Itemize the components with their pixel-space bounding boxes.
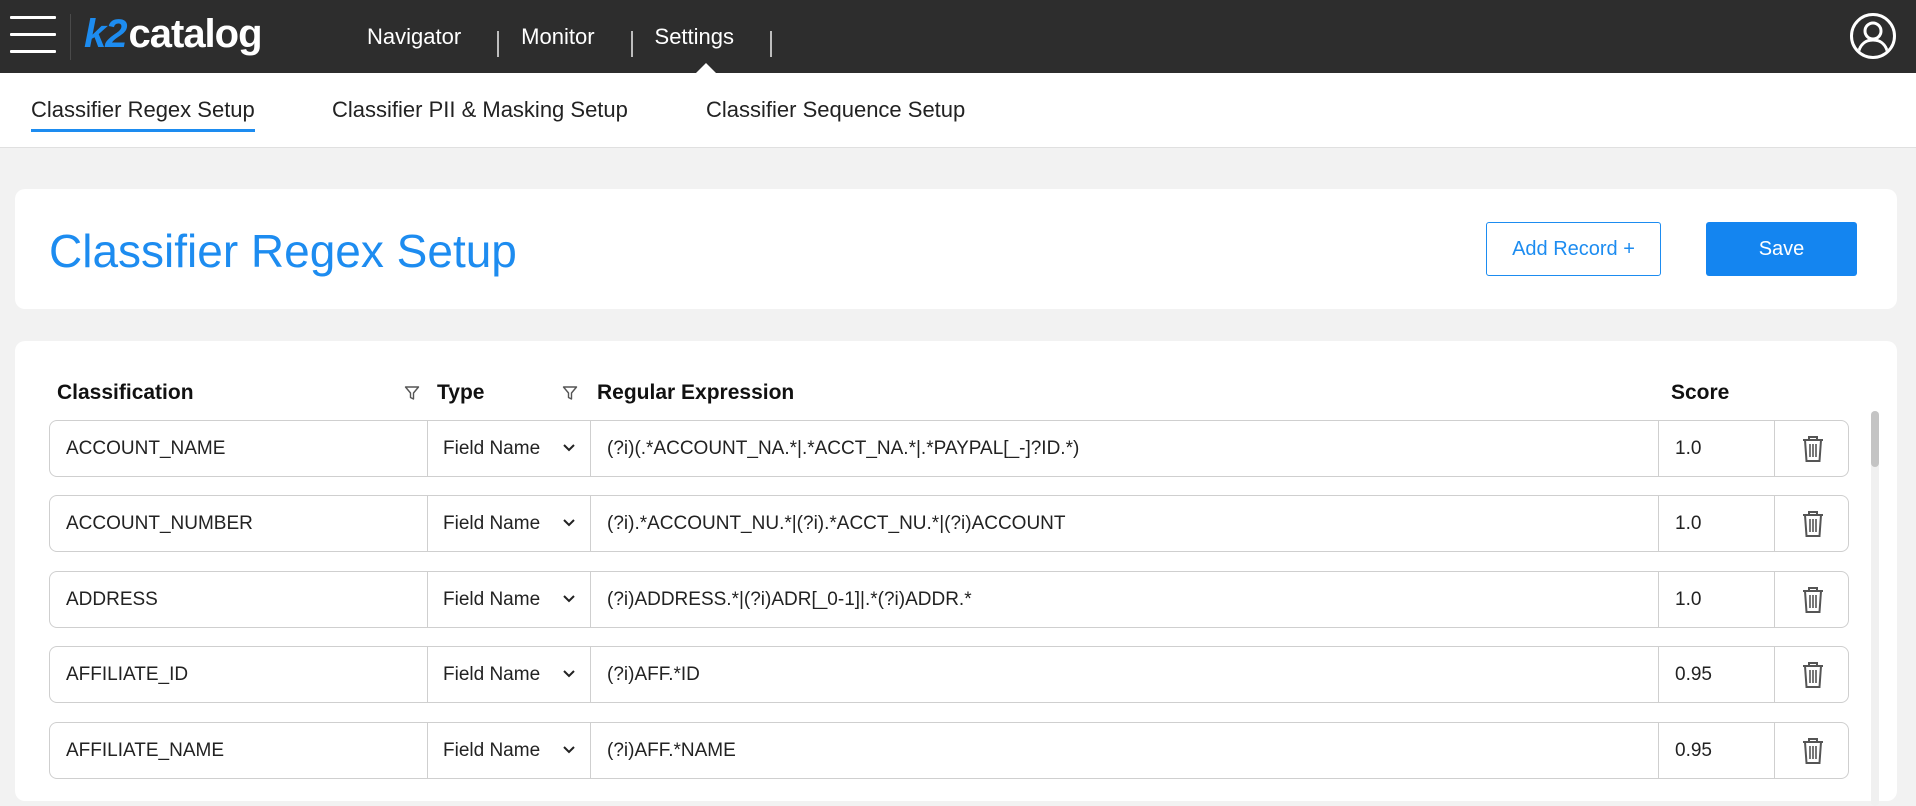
nav-item-monitor[interactable]: Monitor <box>499 0 633 73</box>
table-row: AFFILIATE_NAME Field Name (?i)AFF.*NAME … <box>49 722 1849 779</box>
nav-label-settings: Settings <box>654 23 735 49</box>
column-header-type: Type <box>437 381 485 404</box>
classification-cell[interactable]: ADDRESS <box>50 572 428 627</box>
type-value: Field Name <box>443 739 541 761</box>
column-header-classification: Classification <box>57 381 194 404</box>
delete-row-button[interactable] <box>1775 723 1850 778</box>
trash-icon <box>1802 586 1823 613</box>
nav-item-navigator[interactable]: Navigator <box>345 0 500 73</box>
type-select[interactable]: Field Name <box>428 421 591 476</box>
table-row: AFFILIATE_ID Field Name (?i)AFF.*ID 0.95 <box>49 646 1849 703</box>
page-header-card: Classifier Regex Setup Add Record + Save <box>15 189 1897 309</box>
classification-cell[interactable]: ACCOUNT_NUMBER <box>50 496 428 551</box>
delete-row-button[interactable] <box>1775 496 1850 551</box>
subtab-classifier-pii-masking-setup[interactable]: Classifier PII & Masking Setup <box>332 97 628 129</box>
page-title: Classifier Regex Setup <box>49 225 517 277</box>
active-nav-caret-icon <box>696 63 717 73</box>
trash-icon <box>1802 510 1823 537</box>
delete-row-button[interactable] <box>1775 421 1850 476</box>
delete-row-button[interactable] <box>1775 572 1850 627</box>
chevron-down-icon <box>563 519 575 527</box>
chevron-down-icon <box>563 746 575 754</box>
column-header-score: Score <box>1671 381 1730 404</box>
score-cell[interactable]: 1.0 <box>1659 572 1775 627</box>
regex-cell[interactable]: (?i)(.*ACCOUNT_NA.*|.*ACCT_NA.*|.*PAYPAL… <box>591 421 1659 476</box>
nav-label-monitor: Monitor <box>521 23 595 49</box>
delete-row-button[interactable] <box>1775 647 1850 702</box>
column-header-regular-expression: Regular Expression <box>597 381 795 404</box>
nav-item-settings[interactable]: Settings <box>633 0 773 73</box>
type-filter-icon[interactable] <box>562 385 578 401</box>
type-value: Field Name <box>443 588 541 610</box>
regex-cell[interactable]: (?i)ADDRESS.*|(?i)ADR[_0-1]|.*(?i)ADDR.* <box>591 572 1659 627</box>
regex-cell[interactable]: (?i)AFF.*ID <box>591 647 1659 702</box>
chevron-down-icon <box>563 595 575 603</box>
add-record-button[interactable]: Add Record + <box>1486 222 1661 276</box>
regex-cell[interactable]: (?i).*ACCOUNT_NU.*|(?i).*ACCT_NU.*|(?i)A… <box>591 496 1659 551</box>
top-bar: k2 catalog Navigator Monitor Settings <box>0 0 1916 73</box>
type-select[interactable]: Field Name <box>428 496 591 551</box>
chevron-down-icon <box>563 444 575 452</box>
app-logo[interactable]: k2 catalog <box>84 12 263 62</box>
save-button[interactable]: Save <box>1706 222 1857 276</box>
type-value: Field Name <box>443 663 541 685</box>
regex-cell[interactable]: (?i)AFF.*NAME <box>591 723 1659 778</box>
table-row: ADDRESS Field Name (?i)ADDRESS.*|(?i)ADR… <box>49 571 1849 628</box>
nav-label-navigator: Navigator <box>367 23 462 49</box>
hamburger-menu-icon[interactable] <box>10 16 56 54</box>
logo-k2: k2 <box>84 12 127 56</box>
classification-cell[interactable]: AFFILIATE_ID <box>50 647 428 702</box>
regex-table-card: Classification Type Regular Expression S… <box>15 341 1897 806</box>
user-profile-icon[interactable] <box>1850 13 1896 59</box>
classification-cell[interactable]: AFFILIATE_NAME <box>50 723 428 778</box>
chevron-down-icon <box>563 670 575 678</box>
type-select[interactable]: Field Name <box>428 572 591 627</box>
subtab-classifier-regex-setup[interactable]: Classifier Regex Setup <box>31 97 255 132</box>
logo-divider <box>70 14 71 60</box>
scrollbar-thumb[interactable] <box>1871 411 1879 467</box>
trash-icon <box>1802 435 1823 462</box>
type-select[interactable]: Field Name <box>428 723 591 778</box>
score-cell[interactable]: 0.95 <box>1659 647 1775 702</box>
table-row: ACCOUNT_NAME Field Name (?i)(.*ACCOUNT_N… <box>49 420 1849 477</box>
settings-subtabs: Classifier Regex Setup Classifier PII & … <box>0 73 1916 148</box>
main-nav: Navigator Monitor Settings <box>345 0 773 73</box>
nav-separator <box>770 31 773 57</box>
type-value: Field Name <box>443 437 541 459</box>
table-scrollbar[interactable] <box>1871 411 1879 806</box>
score-cell[interactable]: 1.0 <box>1659 421 1775 476</box>
type-value: Field Name <box>443 512 541 534</box>
logo-catalog: catalog <box>128 12 263 56</box>
table-row: ACCOUNT_NUMBER Field Name (?i).*ACCOUNT_… <box>49 495 1849 552</box>
trash-icon <box>1802 737 1823 764</box>
subtab-classifier-sequence-setup[interactable]: Classifier Sequence Setup <box>706 97 965 129</box>
score-cell[interactable]: 1.0 <box>1659 496 1775 551</box>
trash-icon <box>1802 661 1823 688</box>
score-cell[interactable]: 0.95 <box>1659 723 1775 778</box>
classification-cell[interactable]: ACCOUNT_NAME <box>50 421 428 476</box>
classification-filter-icon[interactable] <box>404 385 420 401</box>
type-select[interactable]: Field Name <box>428 647 591 702</box>
